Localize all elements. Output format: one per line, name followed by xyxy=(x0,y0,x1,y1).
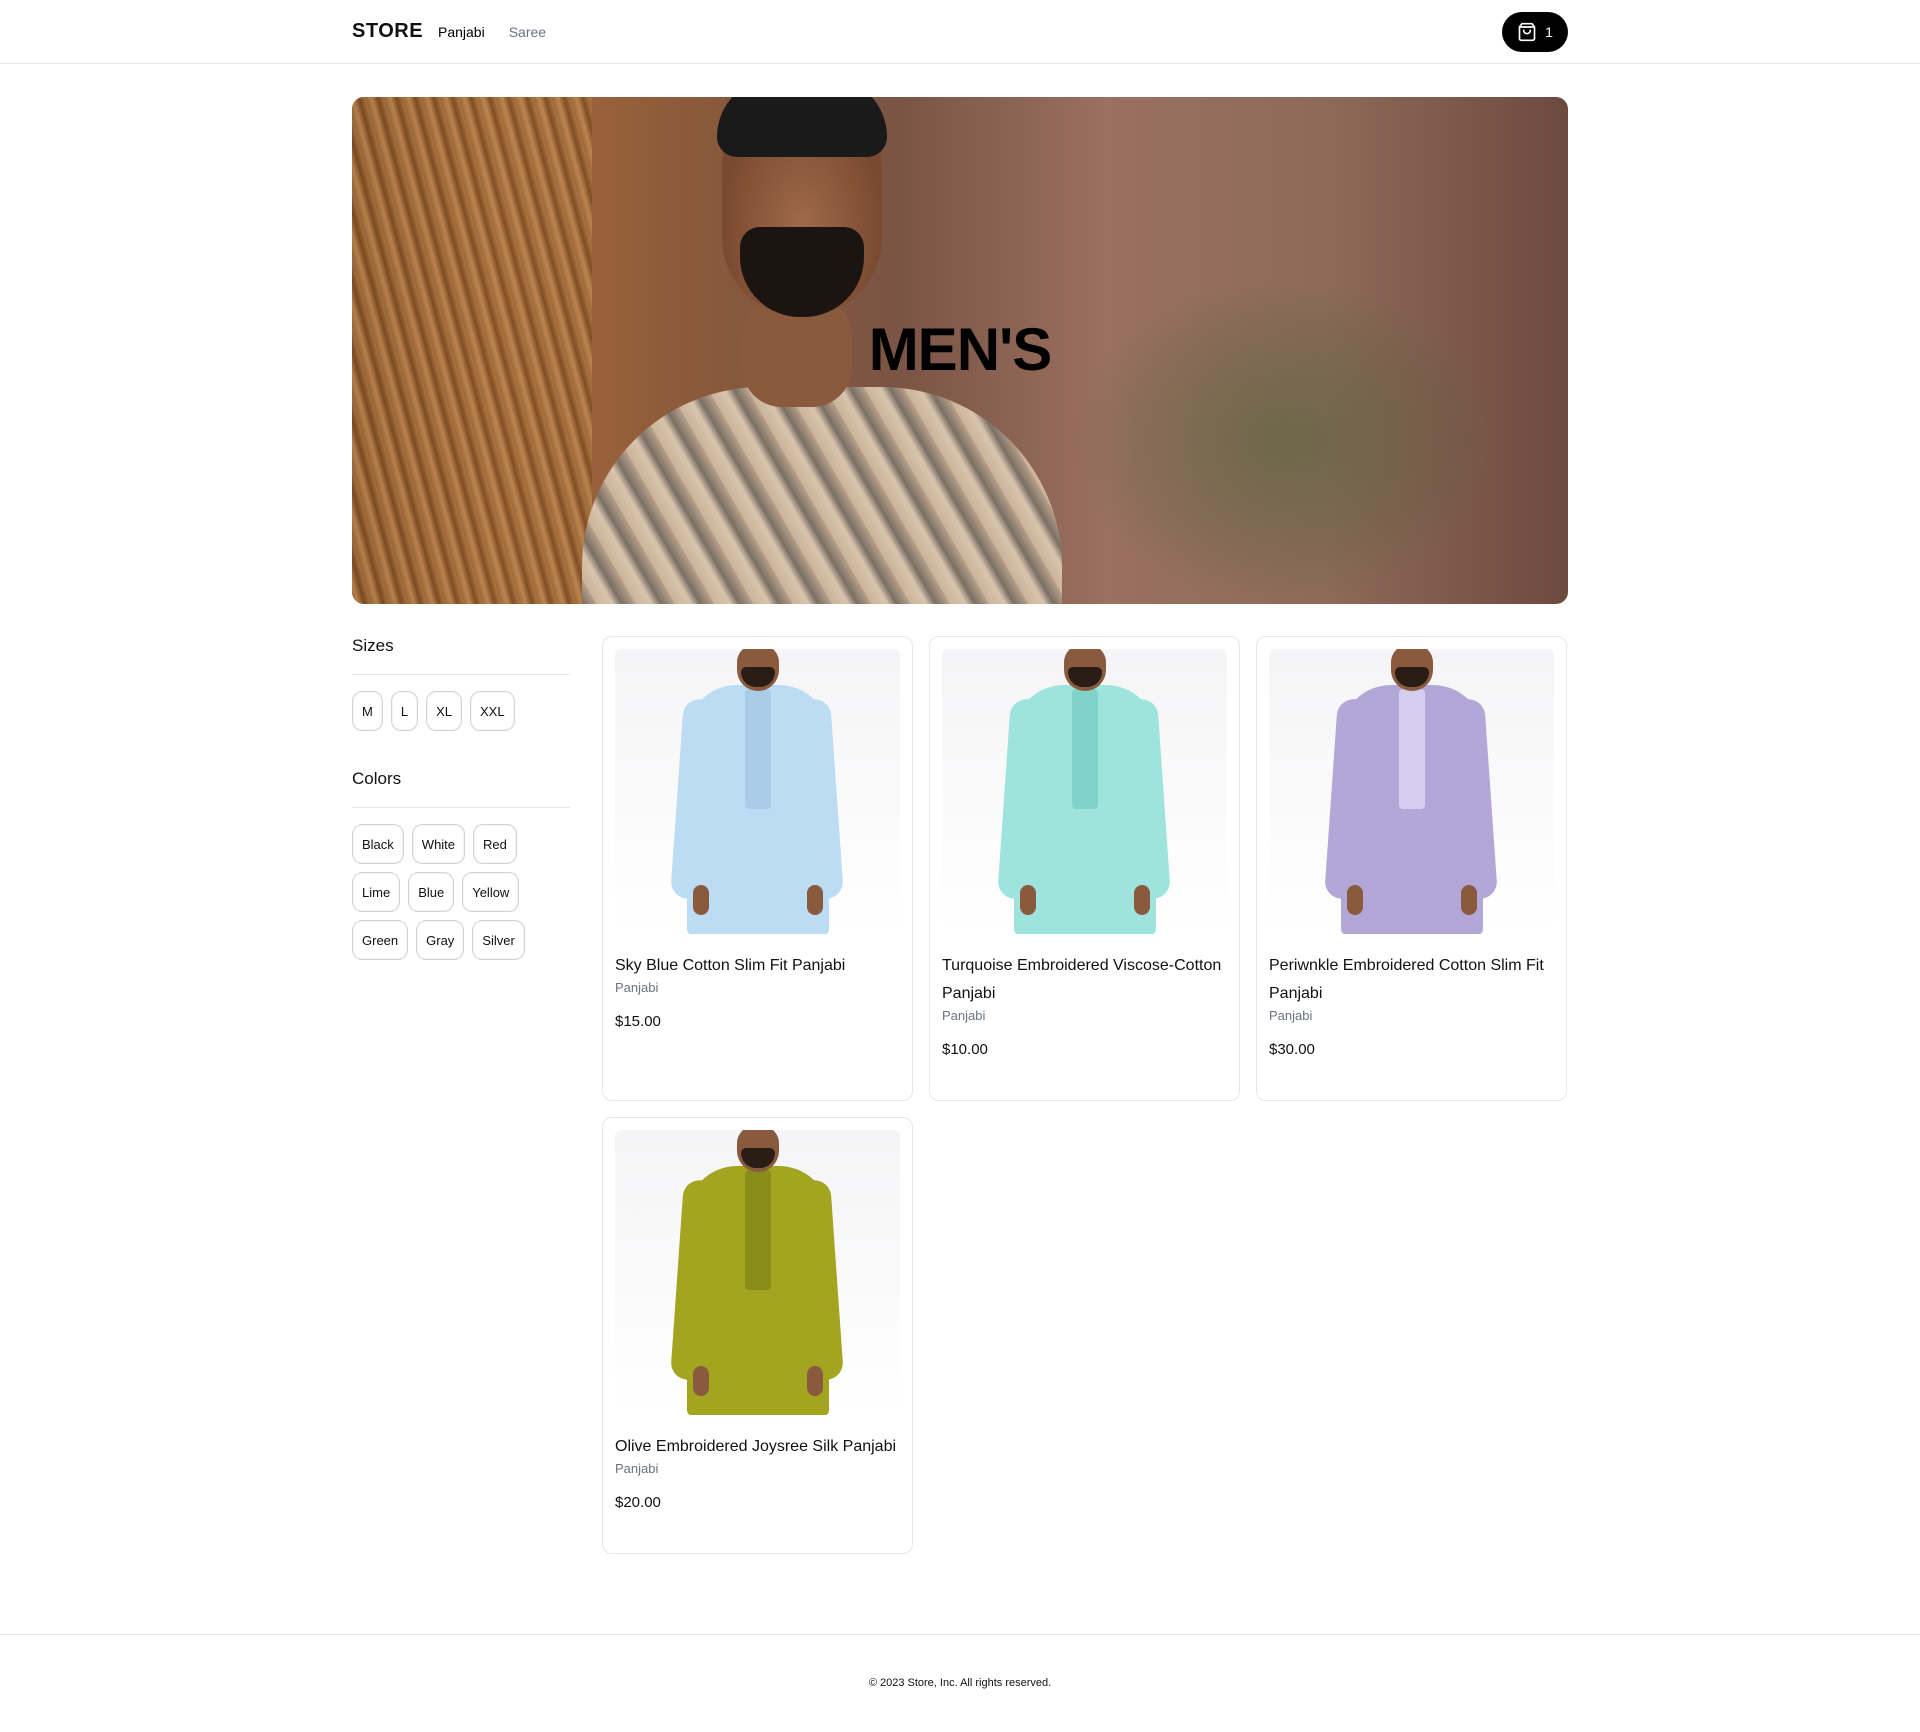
color-option-lime[interactable]: Lime xyxy=(352,872,401,912)
page-footer: © 2023 Store, Inc. All rights reserved. xyxy=(0,1634,1920,1732)
kurta-placket xyxy=(1399,689,1425,809)
size-option-xl[interactable]: XL xyxy=(426,691,462,731)
product-card[interactable]: Turquoise Embroidered Viscose-Cotton Pan… xyxy=(929,636,1240,1101)
top-navbar: STORE Panjabi Saree 1 xyxy=(0,0,1920,64)
product-category: Panjabi xyxy=(942,1008,986,1023)
product-image[interactable] xyxy=(942,649,1227,934)
product-name[interactable]: Olive Embroidered Joysree Silk Panjabi xyxy=(615,1433,900,1461)
product-name[interactable]: Turquoise Embroidered Viscose-Cotton Pan… xyxy=(942,952,1227,1008)
product-price: $10.00 xyxy=(942,1041,988,1058)
model-hand xyxy=(1134,885,1150,915)
model-hand xyxy=(693,885,709,915)
hero-model-shirt xyxy=(582,387,1062,604)
cart-button[interactable]: 1 xyxy=(1502,12,1568,52)
color-options: Black White Red Lime Blue Yellow Green G… xyxy=(352,824,570,960)
product-name[interactable]: Periwnkle Embroidered Cotton Slim Fit Pa… xyxy=(1269,952,1554,1008)
colors-filter: Colors Black White Red Lime Blue Yellow … xyxy=(352,769,570,960)
product-image[interactable] xyxy=(1269,649,1554,934)
color-option-silver[interactable]: Silver xyxy=(472,920,525,960)
model-hand xyxy=(1461,885,1477,915)
nav-link-saree[interactable]: Saree xyxy=(509,24,546,40)
color-option-yellow[interactable]: Yellow xyxy=(462,872,520,912)
product-category: Panjabi xyxy=(615,980,659,995)
product-grid: Sky Blue Cotton Slim Fit Panjabi Panjabi… xyxy=(602,636,1568,1554)
product-card[interactable]: Periwnkle Embroidered Cotton Slim Fit Pa… xyxy=(1256,636,1567,1101)
kurta-placket xyxy=(1072,689,1098,809)
sizes-filter-title: Sizes xyxy=(352,636,394,655)
brand-logo[interactable]: STORE xyxy=(352,20,423,43)
filter-sidebar: Sizes M L XL XXL Colors Black White Red … xyxy=(352,636,570,960)
product-image[interactable] xyxy=(615,1130,900,1415)
sizes-filter: Sizes M L XL XXL xyxy=(352,636,570,731)
product-image[interactable] xyxy=(615,649,900,934)
size-option-xxl[interactable]: XXL xyxy=(469,691,515,731)
hero-banner: MEN'S xyxy=(352,97,1568,604)
model-hand xyxy=(1020,885,1036,915)
size-option-l[interactable]: L xyxy=(390,691,419,731)
divider xyxy=(352,674,570,675)
product-category: Panjabi xyxy=(1269,1008,1313,1023)
color-option-gray[interactable]: Gray xyxy=(416,920,465,960)
color-option-black[interactable]: Black xyxy=(352,824,404,864)
size-option-m[interactable]: M xyxy=(352,691,383,731)
model-hand xyxy=(807,885,823,915)
colors-filter-title: Colors xyxy=(352,769,402,788)
model-hand xyxy=(693,1366,709,1396)
color-option-green[interactable]: Green xyxy=(352,920,409,960)
kurta-placket xyxy=(745,689,771,809)
main-nav: Panjabi Saree xyxy=(438,24,546,40)
product-price: $20.00 xyxy=(615,1494,661,1511)
kurta-placket xyxy=(745,1170,771,1290)
product-category: Panjabi xyxy=(615,1461,659,1476)
color-option-white[interactable]: White xyxy=(411,824,466,864)
color-option-blue[interactable]: Blue xyxy=(408,872,455,912)
model-hand xyxy=(1347,885,1363,915)
product-card[interactable]: Sky Blue Cotton Slim Fit Panjabi Panjabi… xyxy=(602,636,913,1101)
model-hand xyxy=(807,1366,823,1396)
size-options: M L XL XXL xyxy=(352,691,570,731)
product-name[interactable]: Sky Blue Cotton Slim Fit Panjabi xyxy=(615,952,900,980)
divider xyxy=(352,807,570,808)
nav-link-panjabi[interactable]: Panjabi xyxy=(438,24,485,40)
hero-model-hair xyxy=(717,97,887,157)
product-price: $30.00 xyxy=(1269,1041,1315,1058)
cart-count: 1 xyxy=(1545,24,1553,40)
hero-title: MEN'S xyxy=(868,316,1053,383)
color-option-red[interactable]: Red xyxy=(473,824,517,864)
product-price: $15.00 xyxy=(615,1013,661,1030)
product-card[interactable]: Olive Embroidered Joysree Silk Panjabi P… xyxy=(602,1117,913,1554)
shopping-bag-icon xyxy=(1517,22,1537,42)
copyright-text: © 2023 Store, Inc. All rights reserved. xyxy=(868,1677,1052,1689)
